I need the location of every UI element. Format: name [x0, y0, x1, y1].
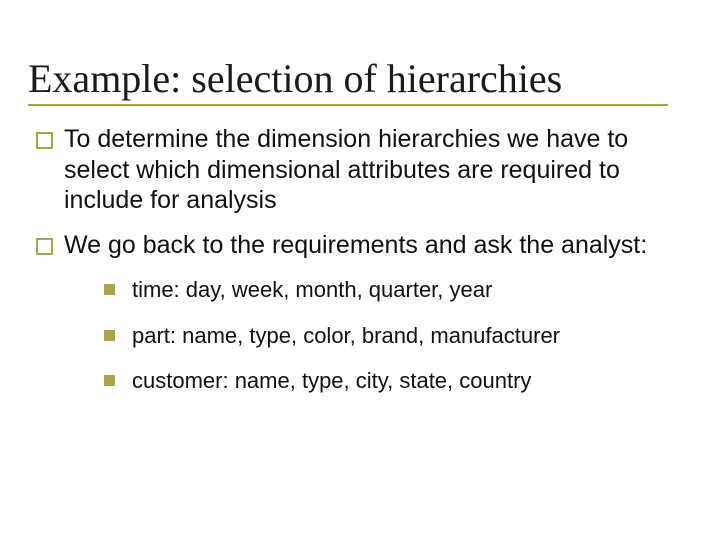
bullet-text: We go back to the requirements and ask t…: [64, 231, 647, 259]
bullet-list-level1: To determine the dimension hierarchies w…: [28, 124, 692, 395]
bullet-text: To determine the dimension hierarchies w…: [64, 125, 628, 214]
bullet-text: part: name, type, color, brand, manufact…: [132, 323, 560, 348]
list-item: time: day, week, month, quarter, year: [104, 276, 692, 304]
bullet-list-level2: time: day, week, month, quarter, year pa…: [64, 276, 692, 395]
slide: Example: selection of hierarchies To det…: [0, 0, 720, 395]
list-item: part: name, type, color, brand, manufact…: [104, 322, 692, 350]
list-item: We go back to the requirements and ask t…: [32, 230, 692, 395]
list-item: customer: name, type, city, state, count…: [104, 367, 692, 395]
list-item: To determine the dimension hierarchies w…: [32, 124, 692, 216]
bullet-text: customer: name, type, city, state, count…: [132, 368, 531, 393]
slide-title: Example: selection of hierarchies: [28, 55, 668, 106]
bullet-text: time: day, week, month, quarter, year: [132, 277, 492, 302]
